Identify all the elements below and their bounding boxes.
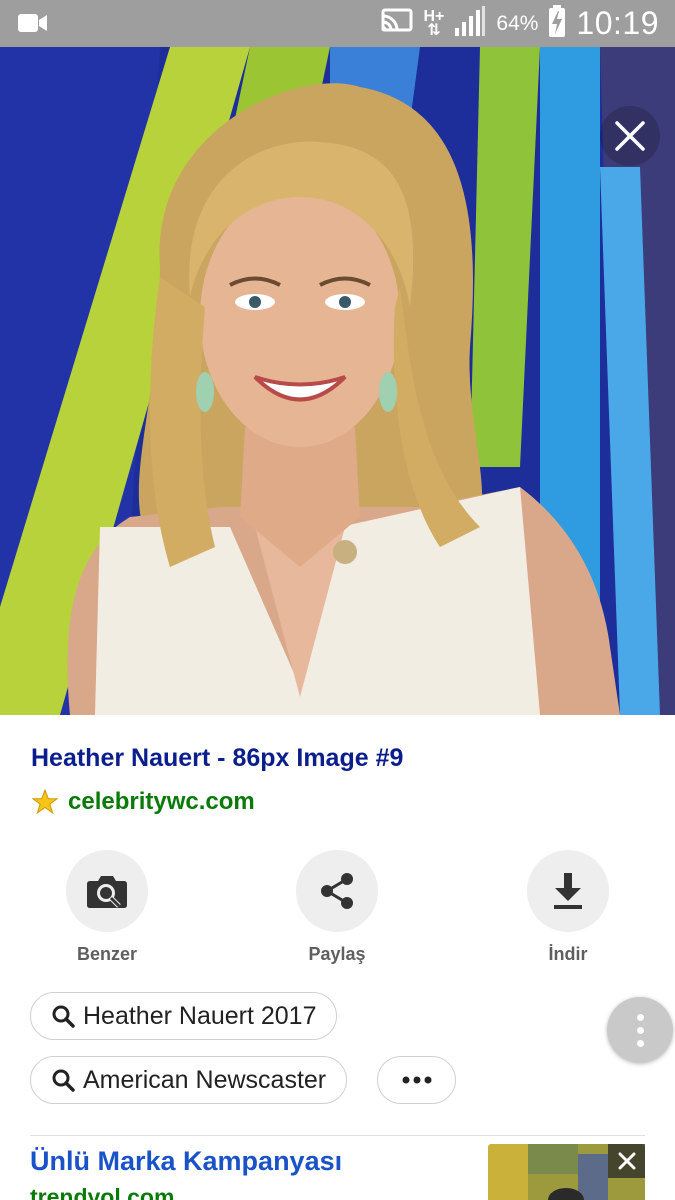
status-bar: H+ ⇅ 64% 10:19 xyxy=(0,0,675,47)
ad-domain[interactable]: trendyol.com xyxy=(30,1184,174,1200)
search-icon xyxy=(52,1069,75,1092)
chip-label: Heather Nauert 2017 xyxy=(83,1001,317,1030)
divider xyxy=(30,1135,645,1136)
battery-charging-icon xyxy=(548,5,566,42)
similar-button[interactable]: Benzer xyxy=(52,850,162,965)
result-image[interactable] xyxy=(0,47,675,715)
share-icon xyxy=(321,873,353,909)
share-button[interactable]: Paylaş xyxy=(282,850,392,965)
share-button-circle[interactable] xyxy=(296,850,378,932)
result-domain: celebritywc.com xyxy=(68,788,255,815)
signal-icon xyxy=(454,6,486,41)
download-label: İndir xyxy=(548,944,588,964)
cast-icon xyxy=(381,8,413,39)
more-vertical-dot xyxy=(636,1039,644,1047)
camera-search-icon xyxy=(87,876,127,908)
similar-label: Benzer xyxy=(76,944,138,964)
download-icon xyxy=(554,873,582,909)
similar-button-circle[interactable] xyxy=(66,850,148,932)
result-title-link[interactable]: Heather Nauert - 86px Image #9 xyxy=(31,744,403,773)
clock: 10:19 xyxy=(576,5,659,41)
battery-percent: 64% xyxy=(496,11,539,35)
download-button-circle[interactable] xyxy=(527,850,609,932)
more-horizontal-icon xyxy=(402,1076,431,1084)
close-icon xyxy=(618,1152,635,1170)
chip-label: American Newscaster xyxy=(83,1065,327,1094)
close-icon xyxy=(615,121,645,151)
more-vertical-dot xyxy=(636,1013,644,1021)
more-options-button[interactable] xyxy=(607,997,673,1063)
more-vertical-dot xyxy=(636,1026,644,1034)
ad-close-button[interactable] xyxy=(608,1144,645,1178)
network-type-label: H+ xyxy=(423,7,445,25)
share-label: Paylaş xyxy=(308,944,366,964)
close-image-button[interactable] xyxy=(600,106,660,166)
related-search-chip[interactable]: Heather Nauert 2017 xyxy=(30,992,338,1040)
download-button[interactable]: İndir xyxy=(513,850,623,965)
network-type: H+ ⇅ xyxy=(423,7,445,39)
video-camera-icon xyxy=(18,11,48,40)
result-source[interactable]: celebritywc.com xyxy=(32,788,255,816)
star-favicon-icon xyxy=(32,789,58,815)
related-search-chip[interactable]: American Newscaster xyxy=(30,1056,348,1104)
search-icon xyxy=(52,1005,75,1028)
more-related-button[interactable] xyxy=(377,1056,456,1104)
ad-title-link[interactable]: Ünlü Marka Kampanyası xyxy=(30,1146,342,1177)
news-anchor-photo xyxy=(0,47,675,715)
